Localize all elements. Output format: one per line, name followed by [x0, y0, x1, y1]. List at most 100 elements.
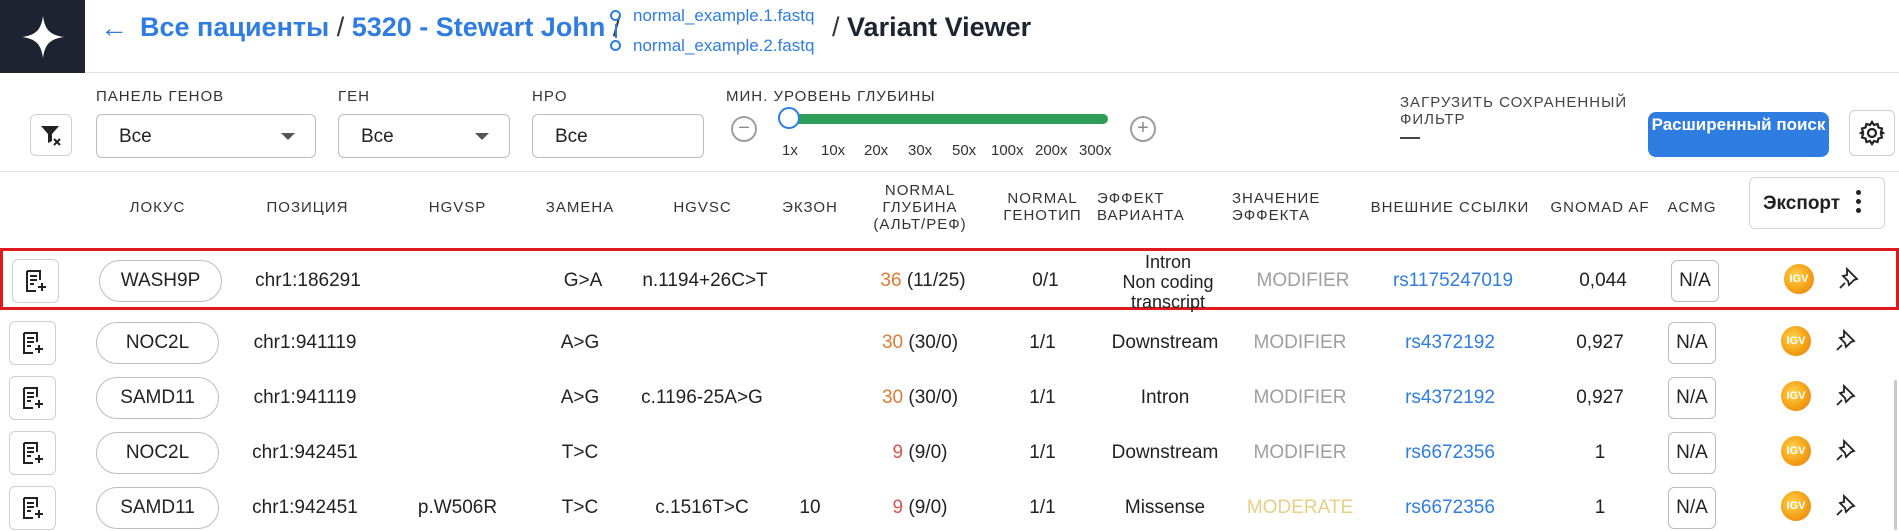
- column-header-effect[interactable]: ЭФФЕКТ ВАРИАНТА: [1097, 190, 1185, 224]
- depth-cell: 9 (9/0): [860, 442, 980, 464]
- change-cell: T>C: [561, 497, 599, 518]
- gene-select[interactable]: Все: [338, 114, 510, 158]
- effect-cell: Downstream: [1095, 442, 1235, 464]
- igv-icon[interactable]: IGV: [1781, 436, 1811, 466]
- acmg-select[interactable]: N/A: [1668, 322, 1716, 364]
- depth-slider-track[interactable]: [788, 114, 1108, 124]
- locus-chip[interactable]: SAMD11: [96, 487, 219, 529]
- table-row[interactable]: SAMD11 chr1:941119 A>G c.1196-25A>G 30 (30/0…: [0, 371, 1899, 426]
- gnomad-cell: 1: [1594, 442, 1606, 463]
- alt-ref-value: (9/0): [908, 442, 948, 463]
- column-header-locus[interactable]: ЛОКУС: [110, 199, 205, 216]
- effect-cell: Missense: [1095, 497, 1235, 519]
- locus-chip[interactable]: WASH9P: [99, 260, 222, 302]
- sparkle-logo-icon: [21, 15, 64, 58]
- column-header-depth-line: (АЛЬТ/РЕФ): [873, 216, 967, 233]
- clear-filters-button[interactable]: [30, 114, 72, 156]
- app-header: ← Все пациенты / 5320 - Stewart John / n…: [0, 0, 1899, 73]
- table-row[interactable]: NOC2L chr1:941119 A>G 30 (30/0) 1/1 Downstrea…: [0, 316, 1899, 371]
- advanced-search-button[interactable]: Расширенный поиск: [1648, 112, 1829, 157]
- column-header-depth[interactable]: NORMAL ГЛУБИНА (АЛЬТ/РЕФ): [865, 182, 975, 233]
- column-header-effect-line: ЭФФЕКТ: [1097, 190, 1165, 207]
- export-button[interactable]: Экспорт: [1749, 177, 1885, 229]
- effect-cell: Downstream: [1095, 332, 1235, 354]
- note-add-icon: [22, 387, 43, 409]
- gear-icon: [1858, 120, 1886, 146]
- column-header-change[interactable]: ЗАМЕНА: [530, 199, 630, 216]
- effect-line: Non coding: [1122, 272, 1214, 292]
- locus-chip[interactable]: SAMD11: [96, 377, 219, 419]
- column-header-genotype[interactable]: NORMAL ГЕНОТИП: [995, 190, 1090, 224]
- external-link[interactable]: rs6672356: [1370, 497, 1530, 519]
- depth-value: 30: [881, 387, 904, 408]
- position-cell: chr1:941119: [253, 387, 357, 408]
- depth-value: 30: [881, 332, 904, 353]
- chevron-down-icon: [475, 133, 489, 140]
- table-row[interactable]: SAMD11 chr1:942451 p.W506R T>C c.1516T>C 10 9 …: [0, 481, 1899, 531]
- depth-decrease-button[interactable]: −: [731, 116, 757, 142]
- scrollbar[interactable]: [1894, 380, 1897, 530]
- acmg-select[interactable]: N/A: [1668, 377, 1716, 419]
- column-header-impact-line: ЗНАЧЕНИЕ: [1232, 190, 1321, 207]
- hgvsc-cell: n.1194+26C>T: [642, 270, 768, 291]
- column-header-exon[interactable]: ЭКЗОН: [765, 199, 855, 216]
- settings-button[interactable]: [1849, 110, 1895, 156]
- external-link[interactable]: rs4372192: [1370, 387, 1530, 409]
- position-cell: chr1:186291: [255, 270, 361, 291]
- locus-chip[interactable]: NOC2L: [96, 432, 219, 474]
- column-header-hgvsc[interactable]: HGVSC: [655, 199, 750, 216]
- table-row[interactable]: WASH9P chr1:186291 G>A n.1194+26C>T 36 (11/2…: [0, 248, 1899, 312]
- column-header-impact[interactable]: ЗНАЧЕНИЕ ЭФФЕКТА: [1232, 190, 1320, 224]
- add-note-button[interactable]: [9, 376, 56, 420]
- column-header-depth-line: NORMAL: [884, 182, 956, 199]
- change-cell: A>G: [560, 387, 600, 408]
- pin-icon[interactable]: [1835, 493, 1857, 517]
- effect-cell: Intron: [1095, 387, 1235, 409]
- gene-panel-select[interactable]: Все: [96, 114, 316, 158]
- pin-icon[interactable]: [1835, 383, 1857, 407]
- column-header-position[interactable]: ПОЗИЦИЯ: [250, 199, 365, 216]
- acmg-select[interactable]: N/A: [1671, 260, 1719, 302]
- acmg-select[interactable]: N/A: [1668, 487, 1716, 529]
- add-note-button[interactable]: [12, 259, 59, 303]
- external-link[interactable]: rs4372192: [1370, 332, 1530, 354]
- acmg-select[interactable]: N/A: [1668, 432, 1716, 474]
- saved-filter-select[interactable]: [1400, 137, 1420, 139]
- igv-icon[interactable]: IGV: [1781, 326, 1811, 356]
- breadcrumb-patient[interactable]: 5320 - Stewart John: [352, 12, 606, 42]
- depth-slider-handle[interactable]: [778, 107, 800, 129]
- add-note-button[interactable]: [9, 321, 56, 365]
- add-note-button[interactable]: [9, 486, 56, 530]
- igv-icon[interactable]: IGV: [1781, 491, 1811, 521]
- column-header-genotype-line: ГЕНОТИП: [1003, 207, 1082, 224]
- depth-cell: 36 (11/25): [863, 270, 983, 292]
- change-cell: T>C: [561, 442, 599, 463]
- column-header-genotype-line: NORMAL: [1007, 190, 1078, 207]
- external-link[interactable]: rs6672356: [1370, 442, 1530, 464]
- back-arrow-icon[interactable]: ←: [100, 12, 128, 44]
- app-logo[interactable]: [0, 0, 85, 73]
- pin-icon[interactable]: [1835, 328, 1857, 352]
- fastq-file-link[interactable]: normal_example.1.fastq: [633, 6, 814, 26]
- locus-chip[interactable]: NOC2L: [96, 322, 219, 364]
- table-row[interactable]: NOC2L chr1:942451 T>C 9 (9/0) 1/1 Downstream M…: [0, 426, 1899, 481]
- column-header-hgvsp[interactable]: HGVSP: [410, 199, 505, 216]
- add-note-button[interactable]: [9, 431, 56, 475]
- pin-icon[interactable]: [1838, 266, 1860, 290]
- more-vertical-icon: [1856, 190, 1862, 217]
- igv-icon[interactable]: IGV: [1784, 264, 1814, 294]
- breadcrumb-all-patients[interactable]: Все пациенты: [140, 12, 329, 42]
- depth-tick: 50x: [952, 142, 977, 159]
- alt-ref-value: (30/0): [908, 387, 959, 408]
- gene-value: Все: [361, 126, 394, 147]
- external-link[interactable]: rs1175247019: [1373, 270, 1533, 292]
- column-header-links[interactable]: ВНЕШНИЕ ССЫЛКИ: [1370, 199, 1530, 216]
- depth-increase-button[interactable]: +: [1130, 116, 1156, 142]
- pin-icon[interactable]: [1835, 438, 1857, 462]
- column-header-gnomad[interactable]: GNOMAD AF: [1548, 199, 1652, 216]
- depth-tick: 300x: [1079, 142, 1112, 159]
- column-header-acmg[interactable]: ACMG: [1662, 199, 1722, 216]
- fastq-file-link[interactable]: normal_example.2.fastq: [633, 36, 814, 56]
- hpo-input[interactable]: Все: [532, 114, 704, 158]
- igv-icon[interactable]: IGV: [1781, 381, 1811, 411]
